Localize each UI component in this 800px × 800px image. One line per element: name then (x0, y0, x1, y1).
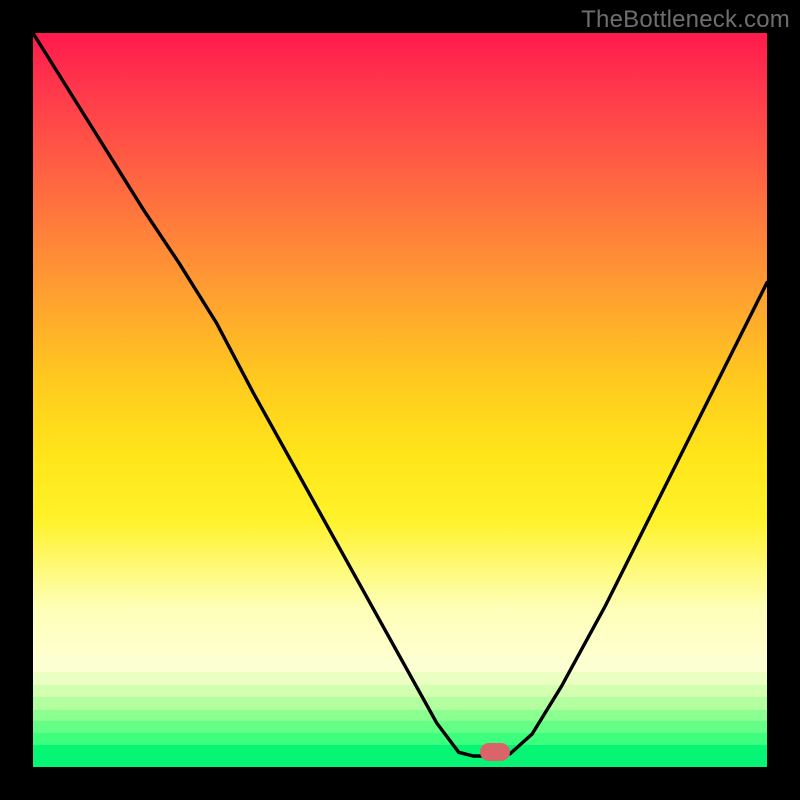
plot-area (33, 33, 767, 767)
optimal-marker (480, 743, 510, 761)
watermark-text: TheBottleneck.com (581, 6, 790, 34)
bottleneck-curve (33, 33, 767, 767)
